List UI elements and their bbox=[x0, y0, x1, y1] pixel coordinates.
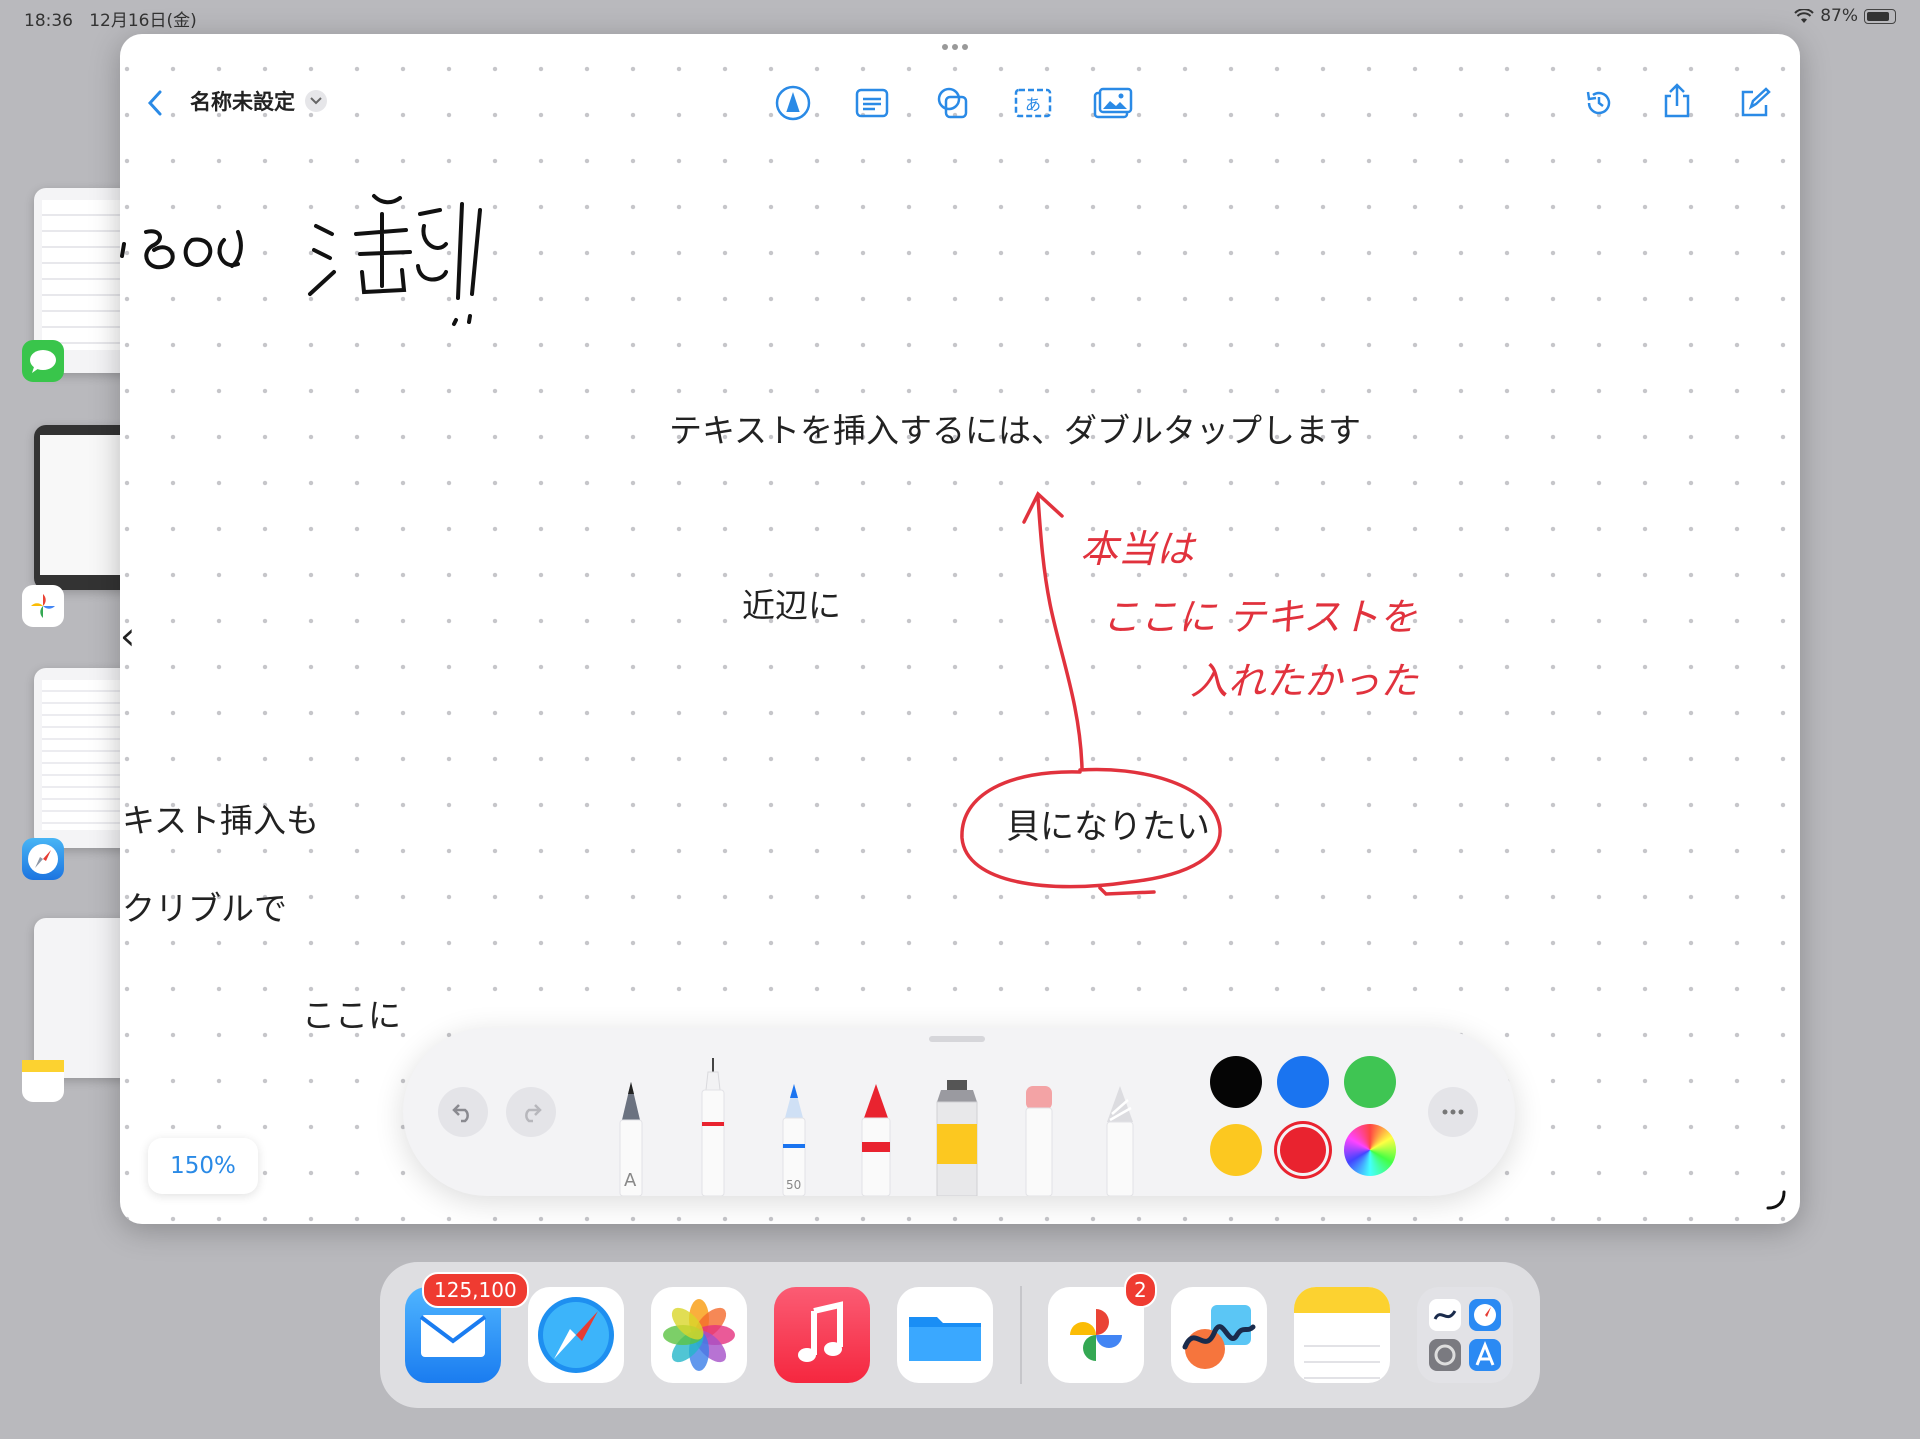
board-title-text: 名称未設定 bbox=[190, 90, 295, 114]
wifi-icon bbox=[1794, 8, 1814, 23]
compose-icon bbox=[1741, 87, 1771, 117]
status-time: 18:36 bbox=[24, 11, 73, 31]
battery-percent: 87% bbox=[1820, 6, 1858, 26]
shapes-button[interactable] bbox=[932, 82, 974, 124]
text-box-icon bbox=[855, 88, 889, 118]
photos-dock-icon[interactable] bbox=[651, 1287, 747, 1383]
more-tools-button[interactable] bbox=[1428, 1087, 1478, 1137]
lasso-tool[interactable] bbox=[1103, 1086, 1137, 1196]
board-title[interactable]: 名称未設定 bbox=[190, 86, 327, 116]
sticky-note-button[interactable] bbox=[851, 82, 893, 124]
undo-icon bbox=[452, 1104, 469, 1123]
zoom-level-button[interactable]: 150% bbox=[148, 1138, 258, 1194]
color-picker-wheel[interactable] bbox=[1344, 1124, 1396, 1176]
dock: 125,100 2 bbox=[380, 1262, 1540, 1408]
messages-app-icon[interactable] bbox=[22, 340, 64, 382]
color-swatch-yellow[interactable] bbox=[1210, 1124, 1262, 1176]
eraser-tool[interactable] bbox=[1022, 1086, 1056, 1196]
color-swatch-black[interactable] bbox=[1210, 1056, 1262, 1108]
text-left-1[interactable]: キスト挿入も bbox=[122, 794, 319, 842]
text-here[interactable]: ここに bbox=[302, 989, 401, 1037]
google-photos-badge: 2 bbox=[1124, 1272, 1157, 1308]
window-grabber[interactable] bbox=[942, 44, 968, 50]
text-insert-icon: あ bbox=[1014, 88, 1052, 118]
freeform-dock-icon[interactable] bbox=[1171, 1287, 1267, 1383]
color-swatch-red-selected[interactable] bbox=[1277, 1124, 1329, 1176]
text-nearby[interactable]: 近辺に bbox=[742, 579, 841, 627]
mail-badge: 125,100 bbox=[422, 1272, 529, 1308]
status-date: 12月16日(金) bbox=[89, 11, 197, 31]
circled-text[interactable]: 貝になりたい bbox=[1006, 799, 1210, 848]
svg-text:あ: あ bbox=[1025, 95, 1041, 114]
text-left-2[interactable]: クリブルで bbox=[122, 882, 287, 930]
history-button[interactable] bbox=[1578, 82, 1620, 124]
dock-divider bbox=[1020, 1286, 1022, 1384]
history-icon bbox=[1586, 91, 1611, 115]
share-button[interactable] bbox=[1656, 80, 1698, 122]
color-swatch-green[interactable] bbox=[1344, 1056, 1396, 1108]
status-bar: 18:36 12月16日(金) 87% bbox=[0, 0, 1920, 32]
crayon-tool[interactable] bbox=[858, 1082, 894, 1196]
paint-tube-tool[interactable] bbox=[933, 1080, 981, 1196]
switcher-card-safari[interactable] bbox=[34, 668, 134, 848]
back-chevron-icon bbox=[147, 90, 162, 116]
status-time-date: 18:36 12月16日(金) bbox=[24, 6, 197, 31]
pen-tool-icon bbox=[775, 85, 811, 121]
more-icon bbox=[1442, 1109, 1464, 1115]
share-icon bbox=[1664, 83, 1690, 118]
google-photos-app-icon[interactable] bbox=[22, 585, 64, 627]
compose-button[interactable] bbox=[1734, 82, 1776, 124]
shapes-icon bbox=[937, 87, 968, 119]
text-insert-button[interactable]: あ bbox=[1012, 82, 1054, 124]
freeform-window: 名称未設定 あ テキストを挿入するには、ダブルタップします 近辺に キスト挿入も… bbox=[120, 34, 1800, 1224]
palette-grabber[interactable] bbox=[929, 1036, 985, 1042]
notes-app-icon[interactable] bbox=[22, 1060, 64, 1102]
canvas-left-arrow[interactable]: ‹ bbox=[120, 614, 135, 658]
undo-button[interactable] bbox=[438, 1087, 488, 1137]
switcher-card-notes[interactable] bbox=[34, 918, 134, 1078]
safari-app-icon[interactable] bbox=[22, 838, 64, 880]
red-note-line-2: ここに テキストを bbox=[1102, 595, 1417, 639]
double-tap-hint: テキストを挿入するには、ダブルタップします bbox=[669, 411, 1362, 450]
image-button[interactable] bbox=[1092, 82, 1134, 124]
drawing-tool-palette: A 50 bbox=[403, 1028, 1515, 1196]
battery-icon bbox=[1864, 8, 1896, 24]
fineliner-tool[interactable] bbox=[696, 1058, 730, 1196]
red-note-line-1: 本当は bbox=[1080, 527, 1195, 571]
redo-icon bbox=[525, 1104, 542, 1123]
notes-dock-icon[interactable] bbox=[1294, 1287, 1390, 1383]
image-icon bbox=[1093, 87, 1133, 119]
handwriting-top bbox=[120, 194, 482, 326]
color-swatch-blue[interactable] bbox=[1277, 1056, 1329, 1108]
status-indicators: 87% bbox=[1794, 6, 1896, 26]
dropdown-chevron-icon[interactable] bbox=[305, 90, 327, 112]
red-note-line-3: 入れたかった bbox=[1190, 659, 1419, 703]
pen-letter: A bbox=[624, 1170, 637, 1191]
pen-tool-button[interactable] bbox=[772, 82, 814, 124]
back-button[interactable] bbox=[134, 82, 176, 124]
app-library-dock-icon[interactable] bbox=[1417, 1287, 1513, 1383]
marker-width-label: 50 bbox=[786, 1178, 802, 1192]
switcher-card-freeform[interactable] bbox=[34, 425, 134, 590]
resize-corner-icon[interactable] bbox=[1764, 1188, 1788, 1212]
files-dock-icon[interactable] bbox=[897, 1287, 993, 1383]
music-dock-icon[interactable] bbox=[774, 1287, 870, 1383]
safari-dock-icon[interactable] bbox=[528, 1287, 624, 1383]
redo-button[interactable] bbox=[506, 1087, 556, 1137]
